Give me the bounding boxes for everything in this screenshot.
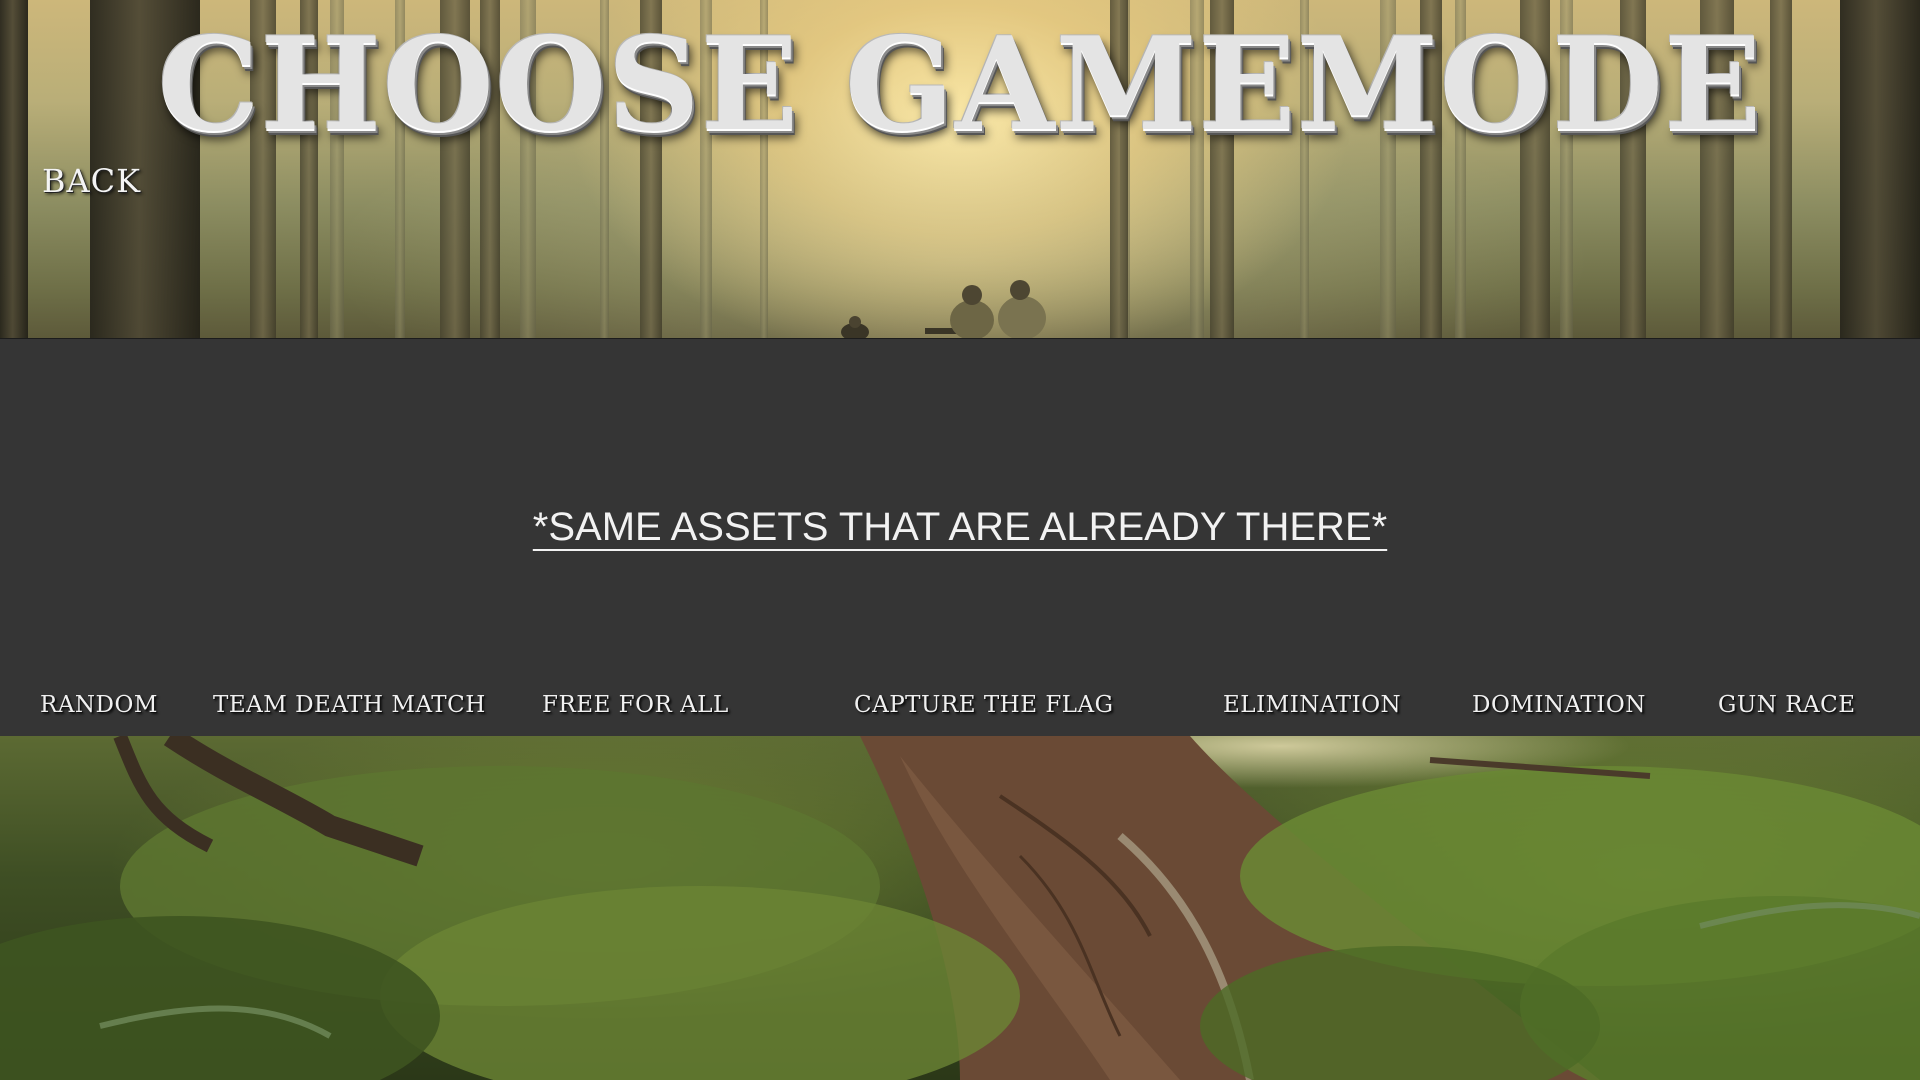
mode-free-for-all-button[interactable]: FREE FOR ALL — [542, 692, 729, 718]
placeholder-note: *SAME ASSETS THAT ARE ALREADY THERE* — [0, 505, 1920, 550]
mode-capture-the-flag-button[interactable]: CAPTURE THE FLAG — [854, 692, 1114, 718]
gamemode-screen: CHOOSE GAMEMODE BACK *SAME ASSETS THAT A… — [0, 0, 1920, 1080]
mode-gun-race-button[interactable]: GUN RACE — [1718, 692, 1856, 718]
gamemode-list: RANDOM TEAM DEATH MATCH FREE FOR ALL CAP… — [0, 692, 1920, 728]
forest-background-bottom — [0, 736, 1920, 1080]
back-button[interactable]: BACK — [42, 162, 141, 200]
mode-random-button[interactable]: RANDOM — [40, 692, 158, 718]
mode-domination-button[interactable]: DOMINATION — [1472, 692, 1646, 718]
mode-elimination-button[interactable]: ELIMINATION — [1223, 692, 1401, 718]
page-title: CHOOSE GAMEMODE — [157, 10, 1763, 160]
placeholder-note-text: *SAME ASSETS THAT ARE ALREADY THERE* — [532, 505, 1388, 549]
mode-team-death-match-button[interactable]: TEAM DEATH MATCH — [213, 692, 486, 718]
